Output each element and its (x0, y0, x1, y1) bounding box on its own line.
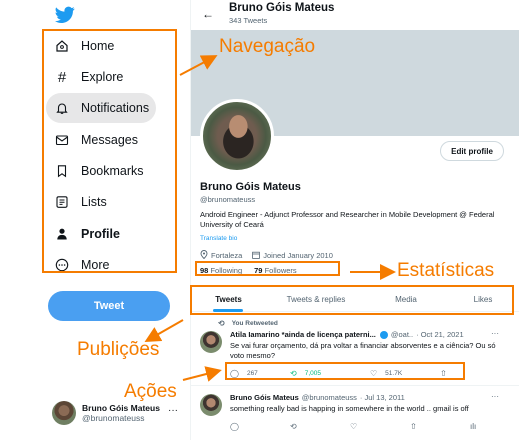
tweet-menu-icon[interactable]: ··· (491, 392, 499, 401)
tweet-actions: ◯ ⟲ ♡ ⇧ ılı (230, 422, 490, 431)
tweet-author[interactable]: Bruno Góis Mateus (230, 393, 299, 402)
header-tweet-count: 343 Tweets (229, 16, 268, 25)
translate-bio-link[interactable]: Translate bio (200, 235, 237, 242)
like-button[interactable]: ♡ (350, 422, 410, 431)
annotation-acoes: Ações (124, 381, 177, 402)
tweet-handle: @brunomateuss (301, 393, 357, 402)
reply-icon: ◯ (230, 422, 239, 431)
divider (191, 385, 519, 386)
profile-avatar[interactable] (200, 99, 274, 173)
retweet-indicator: ⟲ You Retweeted (218, 319, 278, 328)
tweet-menu-icon[interactable]: ··· (491, 329, 499, 338)
more-dots-icon[interactable]: ··· (168, 405, 178, 416)
back-arrow-icon[interactable]: ← (202, 7, 214, 21)
annotation-estatisticas: Estatísticas (397, 260, 495, 281)
reply-button[interactable]: ◯ (230, 422, 290, 431)
retweet-label: You Retweeted (231, 320, 278, 327)
avatar (52, 401, 76, 425)
share-icon: ⇧ (410, 422, 417, 431)
calendar-icon (252, 251, 261, 261)
tweet-header: Bruno Góis Mateus @brunomateuss · Jul 13… (230, 393, 405, 402)
tweet-author[interactable]: Atila Iamarino *ainda de licença paterni… (230, 330, 376, 339)
share-button[interactable]: ⇧ (410, 422, 470, 431)
tabs-highlight-box (190, 285, 514, 315)
annotation-publicoes: Publições (77, 339, 160, 360)
tweet-date[interactable]: · Jul 13, 2011 (360, 393, 405, 402)
navigation-highlight-box (42, 29, 177, 273)
stats-highlight-box (195, 261, 340, 276)
avatar[interactable] (200, 331, 222, 353)
tweet-handle: @oat.. (390, 330, 414, 339)
analytics-button[interactable]: ılı (470, 422, 490, 431)
twitter-bird-icon[interactable] (55, 6, 75, 24)
retweet-icon: ⟲ (290, 422, 297, 431)
actions-highlight-box (225, 362, 465, 380)
tweet-text: Se vai furar orçamento, dá pra voltar a … (230, 341, 496, 360)
retweet-button[interactable]: ⟲ (290, 422, 350, 431)
profile-name: Bruno Góis Mateus (200, 181, 301, 193)
profile-bio: Android Engineer - Adjunct Professor and… (200, 210, 495, 229)
tweet-text: something really bad is happing in somew… (230, 404, 469, 413)
tweet-button[interactable]: Tweet (48, 291, 170, 321)
tweet-header: Atila Iamarino *ainda de licença paterni… (230, 330, 464, 339)
profile-joined: Joined January 2010 (263, 251, 333, 260)
header-name: Bruno Góis Mateus (229, 2, 335, 14)
account-handle: @brunomateuss (82, 413, 145, 423)
profile-location: Fortaleza (211, 251, 243, 260)
heart-icon: ♡ (350, 422, 358, 431)
location-pin-icon (200, 250, 208, 261)
account-name: Bruno Góis Mateus (82, 403, 160, 413)
account-switcher[interactable]: Bruno Góis Mateus @brunomateuss ··· (52, 401, 178, 425)
profile-meta: Fortaleza Joined January 2010 (200, 250, 333, 261)
annotation-navegacao: Navegação (219, 36, 316, 57)
avatar[interactable] (200, 394, 222, 416)
profile-handle: @brunomateuss (200, 195, 256, 204)
tweet-date[interactable]: · Oct 21, 2021 (416, 330, 464, 339)
verified-badge-icon (379, 330, 388, 339)
edit-profile-button[interactable]: Edit profile (440, 141, 504, 161)
analytics-icon: ılı (470, 422, 477, 431)
retweet-icon: ⟲ (218, 319, 225, 328)
